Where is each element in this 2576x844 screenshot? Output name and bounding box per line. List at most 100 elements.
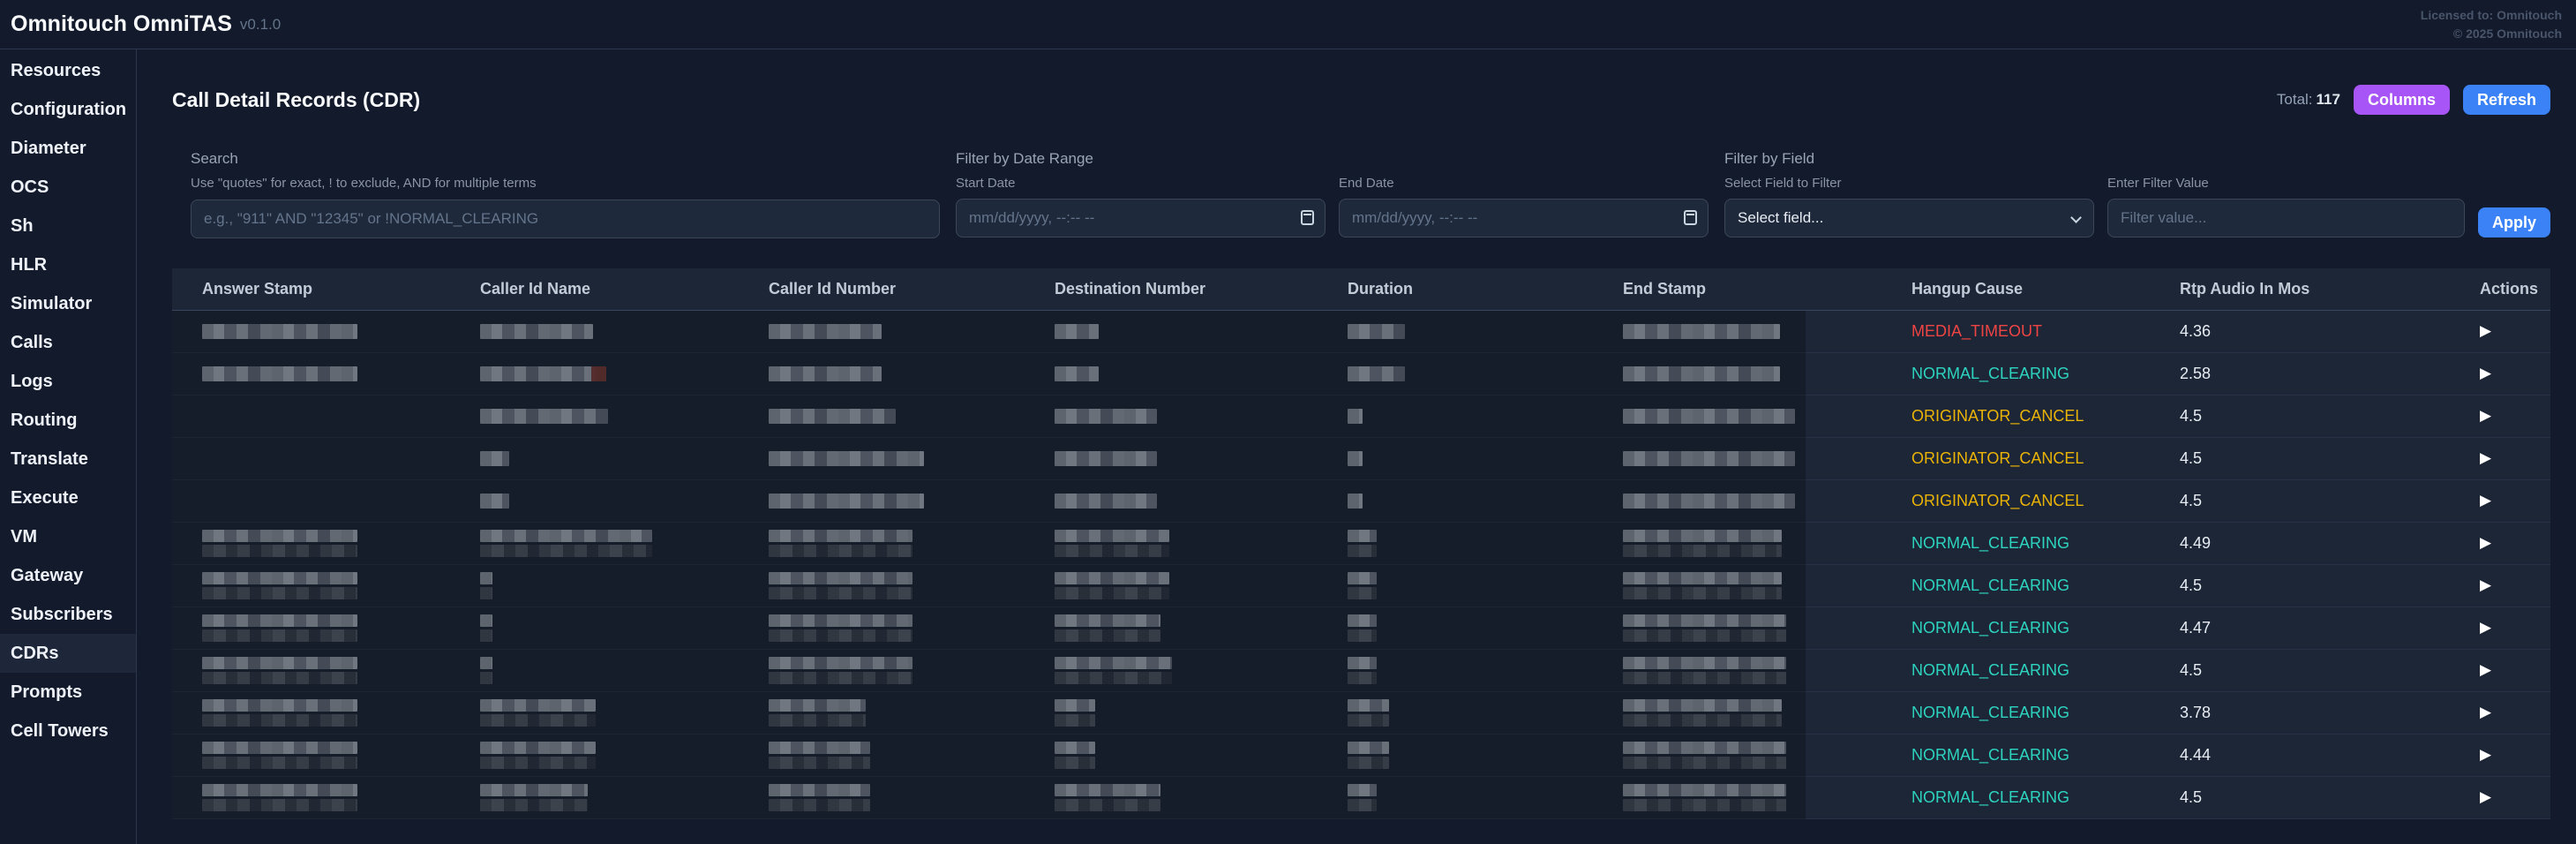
apply-button[interactable]: Apply — [2478, 207, 2550, 237]
play-icon: ▶ — [2480, 661, 2491, 678]
sidebar-item[interactable]: HLR — [0, 245, 136, 284]
table-row: MEDIA_TIMEOUT 4.36 ▶ — [172, 311, 2550, 353]
sidebar-item[interactable]: Diameter — [0, 129, 136, 168]
caller-id-number-cell-redacted — [769, 657, 1055, 684]
sidebar-item[interactable]: CDRs — [0, 634, 136, 673]
caller-id-number-cell-redacted — [769, 409, 1055, 424]
caller-id-number-cell-redacted — [769, 494, 1055, 509]
sidebar-item-label: Cell Towers — [11, 721, 109, 742]
play-button[interactable]: ▶ — [2480, 747, 2491, 762]
destination-number-cell-redacted — [1055, 657, 1348, 684]
sidebar-item[interactable]: Resources — [0, 51, 136, 90]
sidebar-item[interactable]: Calls — [0, 323, 136, 362]
sidebar-item-label: CDRs — [11, 644, 58, 664]
columns-button[interactable]: Columns — [2354, 85, 2450, 115]
table-row: NORMAL_CLEARING 4.5 ▶ — [172, 565, 2550, 607]
calendar-icon[interactable] — [1301, 210, 1314, 225]
sidebar-item-label: Calls — [11, 333, 53, 353]
sidebar-item-label: Execute — [11, 488, 79, 509]
sidebar-item[interactable]: Prompts — [0, 673, 136, 712]
sidebar-item[interactable]: Routing — [0, 401, 136, 440]
table-row: NORMAL_CLEARING 4.49 ▶ — [172, 523, 2550, 565]
sidebar-item-label: HLR — [11, 255, 47, 275]
caller-id-name-cell-redacted — [480, 614, 769, 642]
sidebar-item[interactable]: Translate — [0, 440, 136, 479]
sidebar-item[interactable]: Configuration — [0, 90, 136, 129]
sidebar-item[interactable]: Simulator — [0, 284, 136, 323]
sidebar-item[interactable]: Sh — [0, 207, 136, 245]
rtp-audio-in-mos-value: 4.5 — [2180, 492, 2480, 510]
play-button[interactable]: ▶ — [2480, 450, 2491, 465]
duration-cell-redacted — [1348, 614, 1623, 642]
main-content: Call Detail Records (CDR) Total:117 Colu… — [137, 49, 2576, 844]
caller-id-name-cell-redacted — [480, 451, 769, 466]
caller-id-number-cell-redacted — [769, 699, 1055, 727]
end-date-input[interactable] — [1339, 199, 1709, 237]
rtp-audio-in-mos-value: 4.5 — [2180, 576, 2480, 595]
duration-cell-redacted — [1348, 451, 1623, 466]
search-input[interactable] — [191, 200, 940, 238]
end-date-label: End Date — [1339, 176, 1709, 191]
play-button[interactable]: ▶ — [2480, 705, 2491, 720]
licensed-to-text: Licensed to: Omnitouch — [2421, 6, 2562, 24]
play-button[interactable]: ▶ — [2480, 662, 2491, 677]
destination-number-cell-redacted — [1055, 530, 1348, 557]
rtp-audio-in-mos-value: 4.49 — [2180, 534, 2480, 553]
duration-cell-redacted — [1348, 657, 1623, 684]
refresh-button[interactable]: Refresh — [2463, 85, 2550, 115]
start-date-input[interactable] — [956, 199, 1326, 237]
play-button[interactable]: ▶ — [2480, 408, 2491, 423]
play-button[interactable]: ▶ — [2480, 577, 2491, 592]
answer-stamp-cell-redacted — [202, 572, 480, 599]
calendar-icon[interactable] — [1684, 210, 1697, 225]
rtp-audio-in-mos-value: 4.5 — [2180, 788, 2480, 807]
sidebar-item[interactable]: Execute — [0, 479, 136, 517]
hangup-cause-value: NORMAL_CLEARING — [1911, 788, 2180, 807]
end-stamp-cell-redacted — [1623, 784, 1911, 811]
answer-stamp-cell-redacted — [202, 324, 480, 339]
sidebar-item[interactable]: OCS — [0, 168, 136, 207]
play-button[interactable]: ▶ — [2480, 365, 2491, 381]
field-select-value: Select field... — [1738, 209, 1823, 227]
sidebar-item-label: VM — [11, 527, 37, 547]
play-button[interactable]: ▶ — [2480, 789, 2491, 804]
play-button[interactable]: ▶ — [2480, 535, 2491, 550]
caller-id-number-cell-redacted — [769, 572, 1055, 599]
table-row: NORMAL_CLEARING 4.5 ▶ — [172, 777, 2550, 819]
hangup-cause-value: NORMAL_CLEARING — [1911, 746, 2180, 765]
end-stamp-cell-redacted — [1623, 324, 1911, 339]
play-button[interactable]: ▶ — [2480, 493, 2491, 508]
sidebar-item[interactable]: VM — [0, 517, 136, 556]
end-stamp-cell-redacted — [1623, 451, 1911, 466]
answer-stamp-cell-redacted — [202, 699, 480, 727]
sidebar-item-label: Logs — [11, 372, 53, 392]
sidebar-item[interactable]: Subscribers — [0, 595, 136, 634]
destination-number-cell-redacted — [1055, 784, 1348, 811]
play-button[interactable]: ▶ — [2480, 620, 2491, 635]
sidebar-item[interactable]: Cell Towers — [0, 712, 136, 750]
sidebar-item[interactable]: Logs — [0, 362, 136, 401]
play-icon: ▶ — [2480, 619, 2491, 636]
end-stamp-cell-redacted — [1623, 742, 1911, 769]
rtp-audio-in-mos-value: 3.78 — [2180, 704, 2480, 722]
column-header: Destination Number — [1055, 280, 1348, 298]
hangup-cause-value: NORMAL_CLEARING — [1911, 661, 2180, 680]
table-row: ORIGINATOR_CANCEL 4.5 ▶ — [172, 396, 2550, 438]
filter-value-input[interactable] — [2107, 199, 2465, 237]
sidebar-item[interactable]: Gateway — [0, 556, 136, 595]
end-stamp-cell-redacted — [1623, 699, 1911, 727]
end-stamp-cell-redacted — [1623, 614, 1911, 642]
hangup-cause-value: NORMAL_CLEARING — [1911, 365, 2180, 383]
answer-stamp-cell-redacted — [202, 742, 480, 769]
field-select[interactable]: Select field... — [1724, 199, 2094, 237]
search-label: Search — [191, 150, 940, 168]
play-button[interactable]: ▶ — [2480, 323, 2491, 338]
duration-cell-redacted — [1348, 530, 1623, 557]
rtp-audio-in-mos-value: 4.36 — [2180, 322, 2480, 341]
caller-id-number-cell-redacted — [769, 451, 1055, 466]
duration-cell-redacted — [1348, 742, 1623, 769]
table-row: ORIGINATOR_CANCEL 4.5 ▶ — [172, 438, 2550, 480]
caller-id-name-cell-redacted — [480, 699, 769, 727]
column-header: Answer Stamp — [202, 280, 480, 298]
rtp-audio-in-mos-value: 2.58 — [2180, 365, 2480, 383]
